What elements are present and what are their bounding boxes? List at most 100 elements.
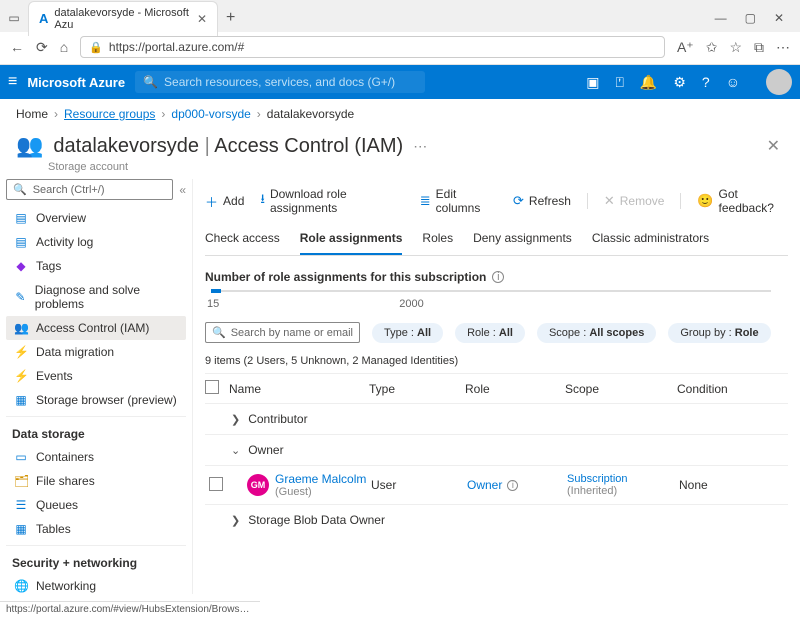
- assignment-count-current: 15: [207, 298, 219, 310]
- sidebar-item-containers[interactable]: ▭Containers: [6, 445, 186, 469]
- chevron-right-icon: ❯: [231, 514, 240, 527]
- group-label: Contributor: [248, 412, 307, 426]
- column-name[interactable]: Name: [229, 382, 369, 396]
- table-row[interactable]: GM Graeme Malcolm (Guest) User Owner i S…: [205, 465, 788, 504]
- cloud-shell-icon[interactable]: ▣: [586, 74, 599, 91]
- feedback-header-icon[interactable]: ☺: [726, 74, 740, 90]
- diagnose-icon: ✎: [14, 290, 27, 304]
- group-label: Storage Blob Data Owner: [248, 513, 385, 527]
- breadcrumb-resource[interactable]: datalakevorsyde: [267, 107, 354, 121]
- new-tab-button[interactable]: +: [226, 9, 235, 27]
- group-owner[interactable]: ⌄ Owner: [205, 434, 788, 465]
- collapse-sidebar-icon[interactable]: «: [179, 183, 186, 197]
- sidebar-item-tags[interactable]: ◆Tags: [6, 254, 186, 278]
- filter-type[interactable]: Type : All: [372, 323, 443, 343]
- tab-actions-icon[interactable]: ▭: [6, 10, 22, 26]
- home-button[interactable]: ⌂: [60, 39, 68, 55]
- sidebar-item-networking[interactable]: 🌐Networking: [6, 574, 186, 598]
- sidebar-item-queues[interactable]: ☰Queues: [6, 493, 186, 517]
- window-minimize-icon[interactable]: —: [715, 11, 727, 25]
- breadcrumb-rg-name[interactable]: dp000-vorsyde: [171, 107, 250, 121]
- column-scope[interactable]: Scope: [565, 382, 677, 396]
- chevron-right-icon: ❯: [231, 413, 240, 426]
- help-icon[interactable]: ?: [702, 74, 710, 90]
- info-icon[interactable]: i: [507, 480, 518, 491]
- column-role[interactable]: Role: [465, 382, 565, 396]
- group-contributor[interactable]: ❯ Contributor: [205, 403, 788, 434]
- window-close-icon[interactable]: ✕: [774, 11, 784, 25]
- toolbar-separator: [587, 193, 588, 209]
- portal-search[interactable]: 🔍 Search resources, services, and docs (…: [135, 71, 425, 93]
- settings-icon[interactable]: ⚙: [673, 74, 686, 91]
- filter-group-by[interactable]: Group by : Role: [668, 323, 770, 343]
- account-avatar[interactable]: [766, 69, 792, 95]
- column-condition[interactable]: Condition: [677, 382, 757, 396]
- breadcrumb-resource-groups[interactable]: Resource groups: [64, 107, 155, 121]
- sidebar-item-overview[interactable]: ▤Overview: [6, 206, 186, 230]
- notifications-icon[interactable]: 🔔: [640, 74, 657, 91]
- sidebar-item-file-shares[interactable]: 🗂File shares: [6, 469, 186, 493]
- row-role[interactable]: Owner i: [467, 478, 567, 492]
- chevron-right-icon: ›: [54, 107, 58, 121]
- edit-columns-button[interactable]: ≣Edit columns: [420, 187, 497, 215]
- back-button[interactable]: ←: [10, 39, 24, 55]
- select-all-checkbox[interactable]: [205, 380, 219, 394]
- filter-role[interactable]: Role : All: [455, 323, 525, 343]
- column-type[interactable]: Type: [369, 382, 465, 396]
- browser-tab[interactable]: A datalakevorsyde - Microsoft Azu ✕: [28, 1, 218, 36]
- sidebar-search[interactable]: 🔍 Search (Ctrl+/): [6, 179, 173, 200]
- breadcrumb-home[interactable]: Home: [16, 107, 48, 121]
- identity-icon: 👥: [16, 133, 43, 159]
- collections-icon[interactable]: ⧉: [754, 39, 764, 56]
- assignment-count-label: Number of role assignments for this subs…: [205, 270, 486, 284]
- sidebar-item-storage-browser[interactable]: ▦Storage browser (preview): [6, 388, 186, 412]
- sidebar-item-data-migration[interactable]: ⚡Data migration: [6, 340, 186, 364]
- azure-favicon-icon: A: [39, 11, 48, 26]
- address-bar[interactable]: 🔒 https://portal.azure.com/#: [80, 36, 665, 58]
- events-icon: ⚡: [14, 369, 28, 383]
- scope-link[interactable]: Subscription: [567, 473, 628, 485]
- user-name-link[interactable]: Graeme Malcolm: [275, 472, 371, 486]
- filter-search-input[interactable]: 🔍 Search by name or email: [205, 322, 360, 343]
- row-checkbox[interactable]: [209, 477, 223, 491]
- sidebar-header-security: Security + networking: [6, 545, 186, 574]
- add-button[interactable]: ＋Add: [205, 192, 244, 211]
- tab-role-assignments[interactable]: Role assignments: [300, 223, 403, 255]
- tab-deny-assignments[interactable]: Deny assignments: [473, 223, 572, 255]
- more-icon[interactable]: ⋯: [776, 39, 790, 56]
- tab-roles[interactable]: Roles: [422, 223, 453, 255]
- chevron-down-icon: ⌄: [231, 444, 240, 457]
- sidebar-item-diagnose[interactable]: ✎Diagnose and solve problems: [6, 278, 186, 316]
- filter-search-placeholder: Search by name or email: [231, 327, 353, 339]
- close-tab-icon[interactable]: ✕: [197, 12, 207, 26]
- window-maximize-icon[interactable]: ▢: [745, 11, 756, 25]
- search-placeholder: Search resources, services, and docs (G+…: [164, 75, 395, 89]
- plus-icon: ＋: [205, 192, 218, 211]
- access-control-icon: 👥: [14, 321, 28, 335]
- directory-icon[interactable]: ⍞: [616, 74, 624, 91]
- info-icon[interactable]: i: [492, 271, 504, 283]
- tab-title: datalakevorsyde - Microsoft Azu: [54, 7, 191, 31]
- table-header: Name Type Role Scope Condition: [205, 373, 788, 403]
- download-assignments-button[interactable]: ⭳Download role assignments: [260, 187, 403, 215]
- tab-check-access[interactable]: Check access: [205, 223, 280, 255]
- sidebar-item-events[interactable]: ⚡Events: [6, 364, 186, 388]
- sidebar-item-tables[interactable]: ▦Tables: [6, 517, 186, 541]
- more-commands-icon[interactable]: ⋯: [413, 138, 427, 155]
- star-icon[interactable]: ✩: [706, 39, 718, 56]
- group-blob-owner[interactable]: ❯ Storage Blob Data Owner: [205, 504, 788, 535]
- refresh-button-toolbar[interactable]: ⟳Refresh: [513, 193, 571, 209]
- close-blade-icon[interactable]: ✕: [767, 136, 784, 156]
- columns-icon: ≣: [420, 193, 431, 209]
- refresh-button[interactable]: ⟳: [36, 39, 48, 56]
- tab-classic-admins[interactable]: Classic administrators: [592, 223, 709, 255]
- feedback-button[interactable]: 🙂Got feedback?: [697, 187, 788, 215]
- filter-scope[interactable]: Scope : All scopes: [537, 323, 656, 343]
- read-aloud-icon[interactable]: A⁺: [677, 39, 694, 56]
- sidebar-item-activity[interactable]: ▤Activity log: [6, 230, 186, 254]
- favorites-icon[interactable]: ☆: [729, 39, 742, 56]
- brand-label[interactable]: Microsoft Azure: [27, 75, 125, 90]
- search-icon: 🔍: [143, 75, 158, 89]
- sidebar-item-access-control[interactable]: 👥Access Control (IAM): [6, 316, 186, 340]
- portal-menu-icon[interactable]: ≡: [8, 73, 17, 91]
